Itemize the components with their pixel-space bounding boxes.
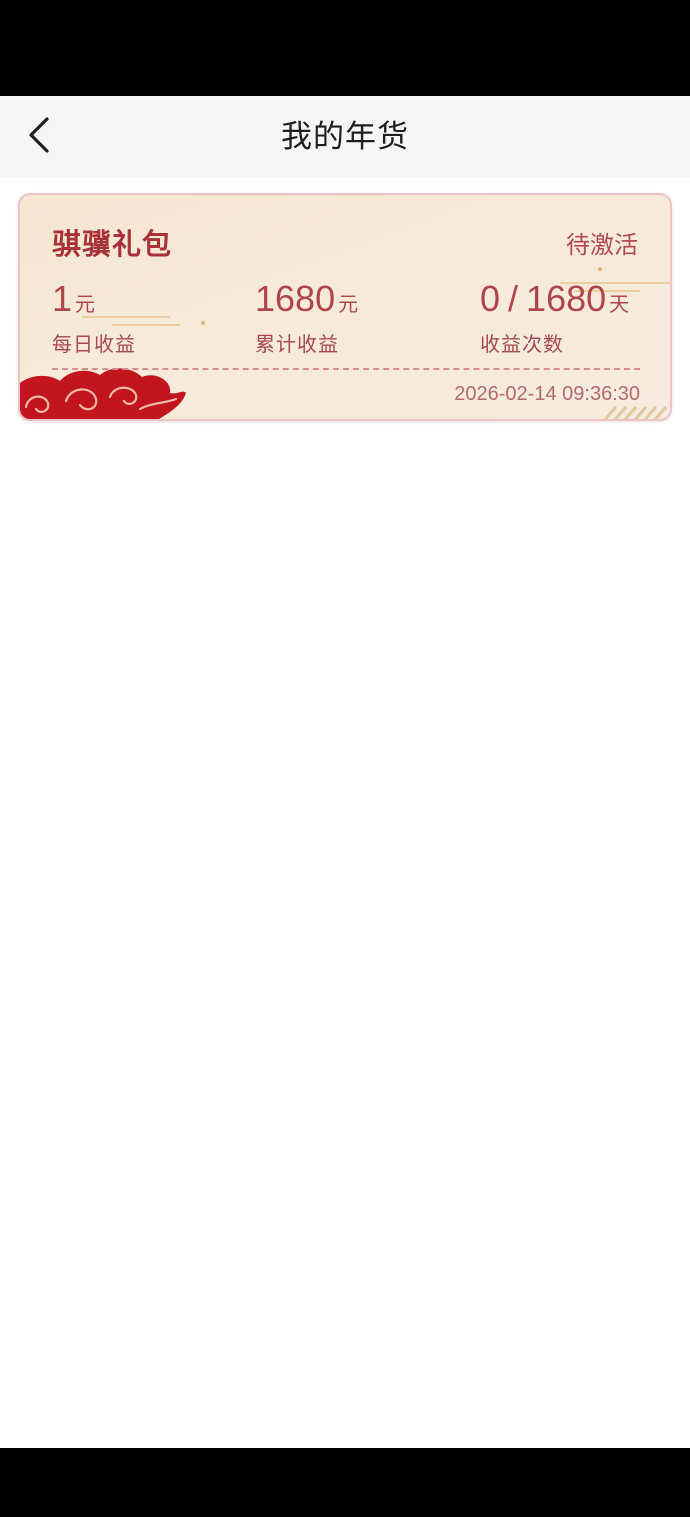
stat-value: 1 bbox=[52, 278, 73, 319]
stat-total-earnings: 1680 元 累计收益 bbox=[255, 277, 358, 357]
timestamp: 2026-02-14 09:36:30 bbox=[454, 383, 640, 405]
stat-separator: / bbox=[508, 278, 519, 319]
stat-label: 收益次数 bbox=[480, 332, 564, 356]
gift-pack-card[interactable]: 骐骥礼包 待激活 1元 每日收益 1680 元 累计收益 0/1680 天 收益次数… bbox=[18, 193, 672, 421]
stat-unit: 元 bbox=[75, 292, 96, 316]
stat-daily-earnings: 1元 每日收益 bbox=[52, 277, 136, 357]
stat-value: 1680 bbox=[526, 278, 607, 319]
nav-bar: 我的年货 bbox=[0, 96, 690, 178]
stat-label: 每日收益 bbox=[52, 332, 136, 356]
stat-unit: 元 bbox=[338, 292, 359, 316]
status-bar bbox=[0, 0, 690, 96]
system-navigation-bar bbox=[0, 1448, 690, 1517]
page-title: 我的年货 bbox=[281, 119, 409, 155]
stat-label: 累计收益 bbox=[255, 332, 339, 356]
divider bbox=[52, 368, 640, 370]
card-title: 骐骥礼包 bbox=[52, 227, 173, 261]
stat-earning-count: 0/1680 天 收益次数 bbox=[480, 277, 629, 357]
status-badge: 待激活 bbox=[566, 231, 638, 259]
stat-value: 1680 bbox=[255, 278, 336, 319]
cloud-icon bbox=[20, 368, 186, 419]
stat-current: 0 bbox=[480, 278, 501, 319]
stat-unit: 天 bbox=[609, 292, 630, 316]
